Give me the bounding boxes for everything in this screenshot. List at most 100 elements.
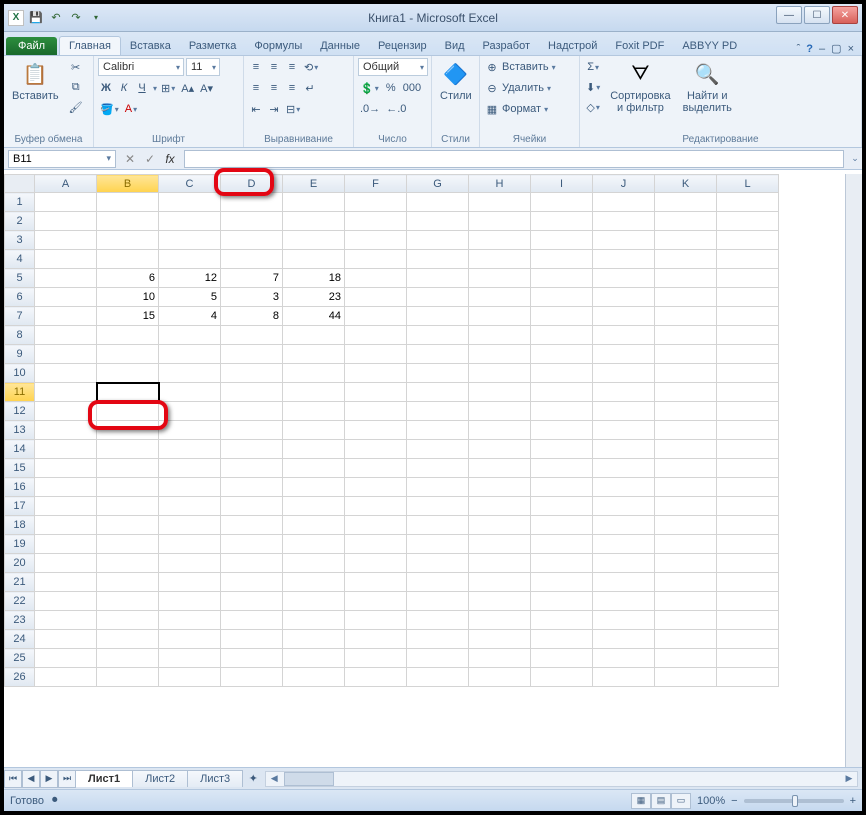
cell[interactable]: [345, 383, 407, 402]
cell[interactable]: 5: [159, 288, 221, 307]
cell[interactable]: [469, 269, 531, 288]
cell[interactable]: [593, 269, 655, 288]
col-header[interactable]: I: [531, 175, 593, 193]
cell[interactable]: [97, 554, 159, 573]
cell[interactable]: [221, 554, 283, 573]
cell[interactable]: [35, 459, 97, 478]
cell[interactable]: [35, 649, 97, 668]
cell[interactable]: [35, 554, 97, 573]
percent-icon[interactable]: %: [383, 79, 399, 97]
cell[interactable]: [531, 611, 593, 630]
cell[interactable]: [221, 231, 283, 250]
cell[interactable]: [283, 193, 345, 212]
grow-font-icon[interactable]: A▴: [179, 79, 196, 97]
cell[interactable]: [97, 668, 159, 687]
cell[interactable]: [407, 421, 469, 440]
cell[interactable]: [35, 364, 97, 383]
row-header[interactable]: 12: [5, 402, 35, 421]
cell[interactable]: [345, 535, 407, 554]
cell[interactable]: [221, 668, 283, 687]
cell[interactable]: 44: [283, 307, 345, 326]
cell[interactable]: [469, 345, 531, 364]
cell[interactable]: [97, 345, 159, 364]
col-header[interactable]: E: [283, 175, 345, 193]
fill-color-button[interactable]: 🪣▾: [98, 100, 121, 118]
cell[interactable]: [717, 611, 779, 630]
insert-cells-icon[interactable]: ⊕: [484, 58, 500, 76]
cell[interactable]: [35, 611, 97, 630]
align-right-icon[interactable]: ≡: [284, 79, 300, 97]
cell[interactable]: [97, 516, 159, 535]
cell[interactable]: [469, 193, 531, 212]
cell[interactable]: [283, 212, 345, 231]
cell[interactable]: [593, 212, 655, 231]
col-header[interactable]: A: [35, 175, 97, 193]
orientation-icon[interactable]: ⟲▾: [302, 58, 320, 76]
minimize-ribbon-icon[interactable]: ˆ: [797, 43, 801, 55]
cell[interactable]: [717, 345, 779, 364]
cell[interactable]: [407, 611, 469, 630]
cell[interactable]: 3: [221, 288, 283, 307]
cell[interactable]: [283, 554, 345, 573]
cell[interactable]: [35, 231, 97, 250]
cell[interactable]: [407, 459, 469, 478]
cell[interactable]: [221, 440, 283, 459]
cell[interactable]: [655, 345, 717, 364]
cell[interactable]: [407, 288, 469, 307]
cell[interactable]: [35, 383, 97, 402]
tab-developer[interactable]: Разработ: [474, 37, 539, 55]
cell[interactable]: [345, 554, 407, 573]
cell[interactable]: [221, 402, 283, 421]
font-color-button[interactable]: A▾: [123, 100, 139, 118]
col-header[interactable]: J: [593, 175, 655, 193]
bold-button[interactable]: Ж: [98, 79, 114, 97]
cell[interactable]: [593, 497, 655, 516]
cell[interactable]: [283, 345, 345, 364]
currency-icon[interactable]: 💲▾: [358, 79, 381, 97]
cell[interactable]: [593, 345, 655, 364]
cell[interactable]: [345, 478, 407, 497]
excel-icon[interactable]: X: [8, 10, 24, 26]
cell[interactable]: [593, 649, 655, 668]
cancel-formula-icon[interactable]: ✕: [120, 150, 140, 168]
format-cells-label[interactable]: Формат: [502, 103, 541, 115]
cell[interactable]: [531, 326, 593, 345]
cell[interactable]: [35, 592, 97, 611]
cell[interactable]: [97, 440, 159, 459]
row-header[interactable]: 26: [5, 668, 35, 687]
cell[interactable]: [345, 516, 407, 535]
cell[interactable]: [531, 573, 593, 592]
cell[interactable]: [469, 649, 531, 668]
cell[interactable]: [655, 554, 717, 573]
row-header[interactable]: 23: [5, 611, 35, 630]
formula-input[interactable]: [184, 150, 844, 168]
cell[interactable]: [283, 668, 345, 687]
cell[interactable]: [469, 383, 531, 402]
cell[interactable]: [469, 440, 531, 459]
mdi-restore-icon[interactable]: ▢: [831, 42, 841, 55]
cell[interactable]: [655, 269, 717, 288]
cell[interactable]: [35, 288, 97, 307]
cell[interactable]: [283, 630, 345, 649]
enter-formula-icon[interactable]: ✓: [140, 150, 160, 168]
cell[interactable]: [283, 573, 345, 592]
row-header[interactable]: 20: [5, 554, 35, 573]
cell[interactable]: [469, 611, 531, 630]
cell[interactable]: [345, 288, 407, 307]
spreadsheet-grid[interactable]: ABCDEFGHIJKL1234561271861053237154844891…: [4, 174, 779, 687]
autosum-icon[interactable]: Σ▾: [584, 58, 602, 76]
cell[interactable]: [655, 383, 717, 402]
cell[interactable]: [221, 421, 283, 440]
cell[interactable]: [593, 668, 655, 687]
sheet-tab[interactable]: Лист2: [132, 770, 188, 787]
cell[interactable]: [159, 459, 221, 478]
cell[interactable]: [159, 573, 221, 592]
insert-function-button[interactable]: fx: [160, 150, 180, 168]
cell[interactable]: [345, 269, 407, 288]
cell[interactable]: [35, 307, 97, 326]
delete-cells-icon[interactable]: ⊖: [484, 79, 500, 97]
col-header[interactable]: F: [345, 175, 407, 193]
sheet-nav-next-icon[interactable]: ▶: [40, 770, 58, 788]
cell[interactable]: [593, 421, 655, 440]
cell[interactable]: [469, 668, 531, 687]
